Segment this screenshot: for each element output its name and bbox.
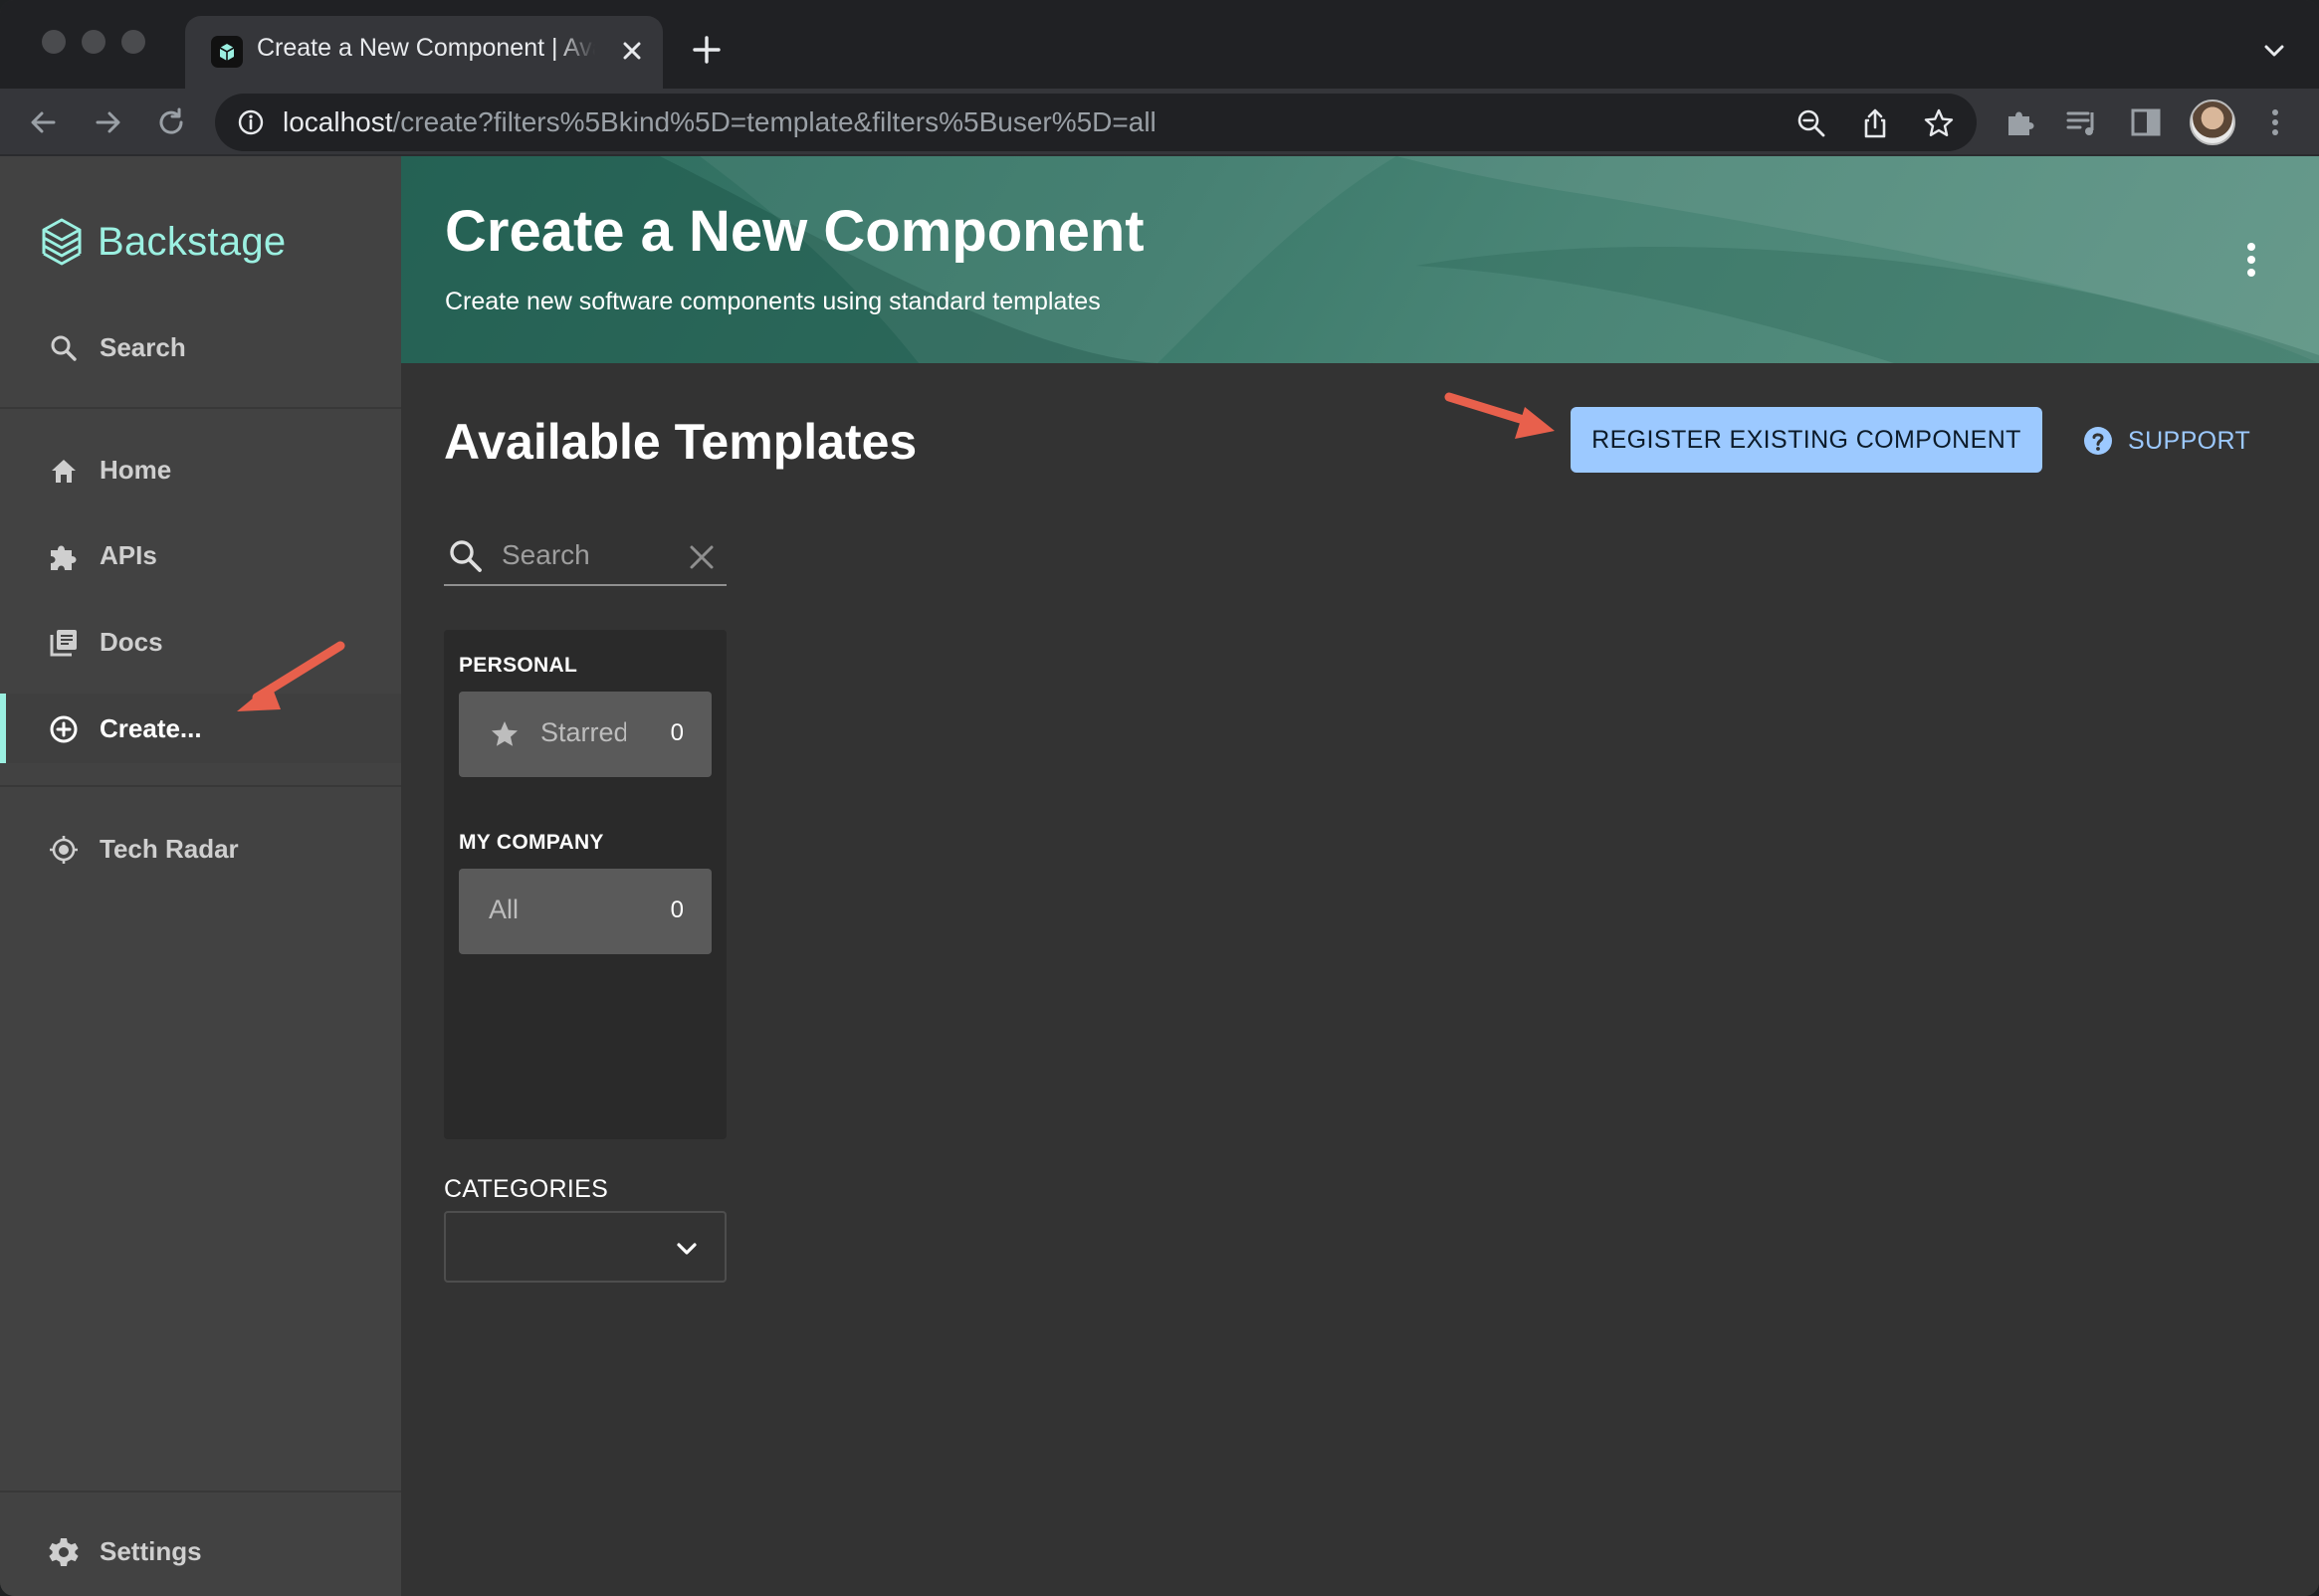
sidebar-item-apis[interactable]: APIs <box>0 520 401 590</box>
gear-icon <box>48 1536 80 1568</box>
sidebar-item-label: Home <box>100 455 172 485</box>
page-header: Create a New Component Create new softwa… <box>401 156 2319 363</box>
puzzle-icon <box>48 540 80 572</box>
user-filter-card: PERSONAL Starred 0 MY COMPANY All 0 <box>444 630 727 1139</box>
search-icon <box>48 332 80 364</box>
categories-label: CATEGORIES <box>444 1175 609 1203</box>
share-icon[interactable] <box>1859 107 1891 139</box>
backstage-logo[interactable]: Backstage <box>40 212 286 272</box>
filter-item-label: Starred <box>540 717 626 747</box>
annotation-arrow-create <box>237 641 345 711</box>
search-icon <box>448 538 484 574</box>
extensions-icon[interactable] <box>2003 104 2038 140</box>
sidebar-item-label: Create... <box>100 713 202 743</box>
window-minimize-button[interactable] <box>82 30 105 54</box>
more-options-icon[interactable] <box>2244 240 2258 280</box>
sidebar-item-label: Docs <box>100 627 163 657</box>
sidebar-divider <box>0 785 401 787</box>
side-panel-icon[interactable] <box>2128 104 2164 140</box>
url-text: localhost/create?filters%5Bkind%5D=templ… <box>283 106 1157 138</box>
register-existing-component-button[interactable]: REGISTER EXISTING COMPONENT <box>1571 407 2042 473</box>
clear-search-icon[interactable] <box>687 542 717 572</box>
sidebar-item-tech-radar[interactable]: Tech Radar <box>0 814 401 884</box>
bookmark-star-icon[interactable] <box>1923 107 1955 139</box>
star-icon <box>489 718 521 750</box>
sidebar-divider <box>0 407 401 409</box>
backstage-app: Backstage Search Home APIs Docs Create..… <box>0 156 2319 1596</box>
page-title: Create a New Component <box>445 199 1145 264</box>
plus-circle-icon <box>48 713 80 745</box>
profile-avatar[interactable] <box>2190 100 2235 145</box>
site-info-icon[interactable] <box>237 108 265 136</box>
sidebar-item-label: APIs <box>100 540 157 570</box>
sidebar-item-label: Tech Radar <box>100 834 239 864</box>
zoom-icon[interactable] <box>1795 107 1827 139</box>
sidebar-item-settings[interactable]: Settings <box>0 1516 401 1586</box>
address-bar[interactable]: localhost/create?filters%5Bkind%5D=templ… <box>215 94 1977 151</box>
sidebar-item-search[interactable]: Search <box>0 312 401 382</box>
tab-close-icon[interactable] <box>615 34 649 68</box>
filter-item-all[interactable]: All 0 <box>459 869 712 954</box>
filter-item-starred[interactable]: Starred 0 <box>459 692 712 777</box>
chevron-down-icon <box>673 1235 701 1263</box>
filter-item-count: 0 <box>670 719 684 746</box>
window-zoom-button[interactable] <box>121 30 145 54</box>
browser-menu-icon[interactable] <box>2257 104 2293 140</box>
window-close-button[interactable] <box>42 30 66 54</box>
search-input[interactable] <box>502 538 671 572</box>
sidebar-divider <box>0 1491 401 1493</box>
support-button[interactable]: SUPPORT <box>2082 423 2250 459</box>
filter-item-count: 0 <box>670 897 684 923</box>
media-queue-icon[interactable] <box>2064 104 2100 140</box>
sidebar-item-label: Settings <box>100 1536 202 1566</box>
categories-select[interactable] <box>444 1211 727 1283</box>
backstage-logo-icon <box>42 218 82 266</box>
library-icon <box>48 627 80 659</box>
url-path: /create?filters%5Bkind%5D=template&filte… <box>392 106 1157 137</box>
url-host: localhost <box>283 106 393 137</box>
content-title: Available Templates <box>444 414 918 470</box>
browser-tab-active[interactable]: Create a New Component | Available Templ… <box>185 16 663 89</box>
sidebar: Backstage Search Home APIs Docs Create..… <box>0 156 401 1596</box>
sidebar-item-label: Search <box>100 332 186 362</box>
page-subtitle: Create new software components using sta… <box>445 288 1101 315</box>
browser-titlebar: Create a New Component | Available Templ… <box>0 0 2319 89</box>
logo-text: Backstage <box>98 219 287 264</box>
radar-icon <box>48 834 80 866</box>
back-arrow-icon[interactable] <box>26 104 62 140</box>
tab-search-chevron-icon[interactable] <box>2257 34 2291 68</box>
reload-icon[interactable] <box>153 104 189 140</box>
filter-section-my-company: MY COMPANY <box>459 831 604 854</box>
browser-toolbar: localhost/create?filters%5Bkind%5D=templ… <box>0 89 2319 156</box>
backstage-favicon-icon <box>211 36 243 68</box>
forward-arrow-icon[interactable] <box>90 104 125 140</box>
help-circle-icon <box>2084 427 2112 455</box>
home-icon <box>48 455 80 487</box>
filter-section-personal: PERSONAL <box>459 654 578 677</box>
template-search[interactable] <box>444 524 727 586</box>
new-tab-icon[interactable] <box>687 30 727 70</box>
sidebar-item-home[interactable]: Home <box>0 435 401 504</box>
annotation-arrow-register <box>1444 392 1555 439</box>
support-label: SUPPORT <box>2128 426 2251 455</box>
filter-item-label: All <box>489 895 520 924</box>
browser-window: Create a New Component | Available Templ… <box>0 0 2319 1596</box>
tab-title: Create a New Component | Available Templ… <box>257 34 595 68</box>
